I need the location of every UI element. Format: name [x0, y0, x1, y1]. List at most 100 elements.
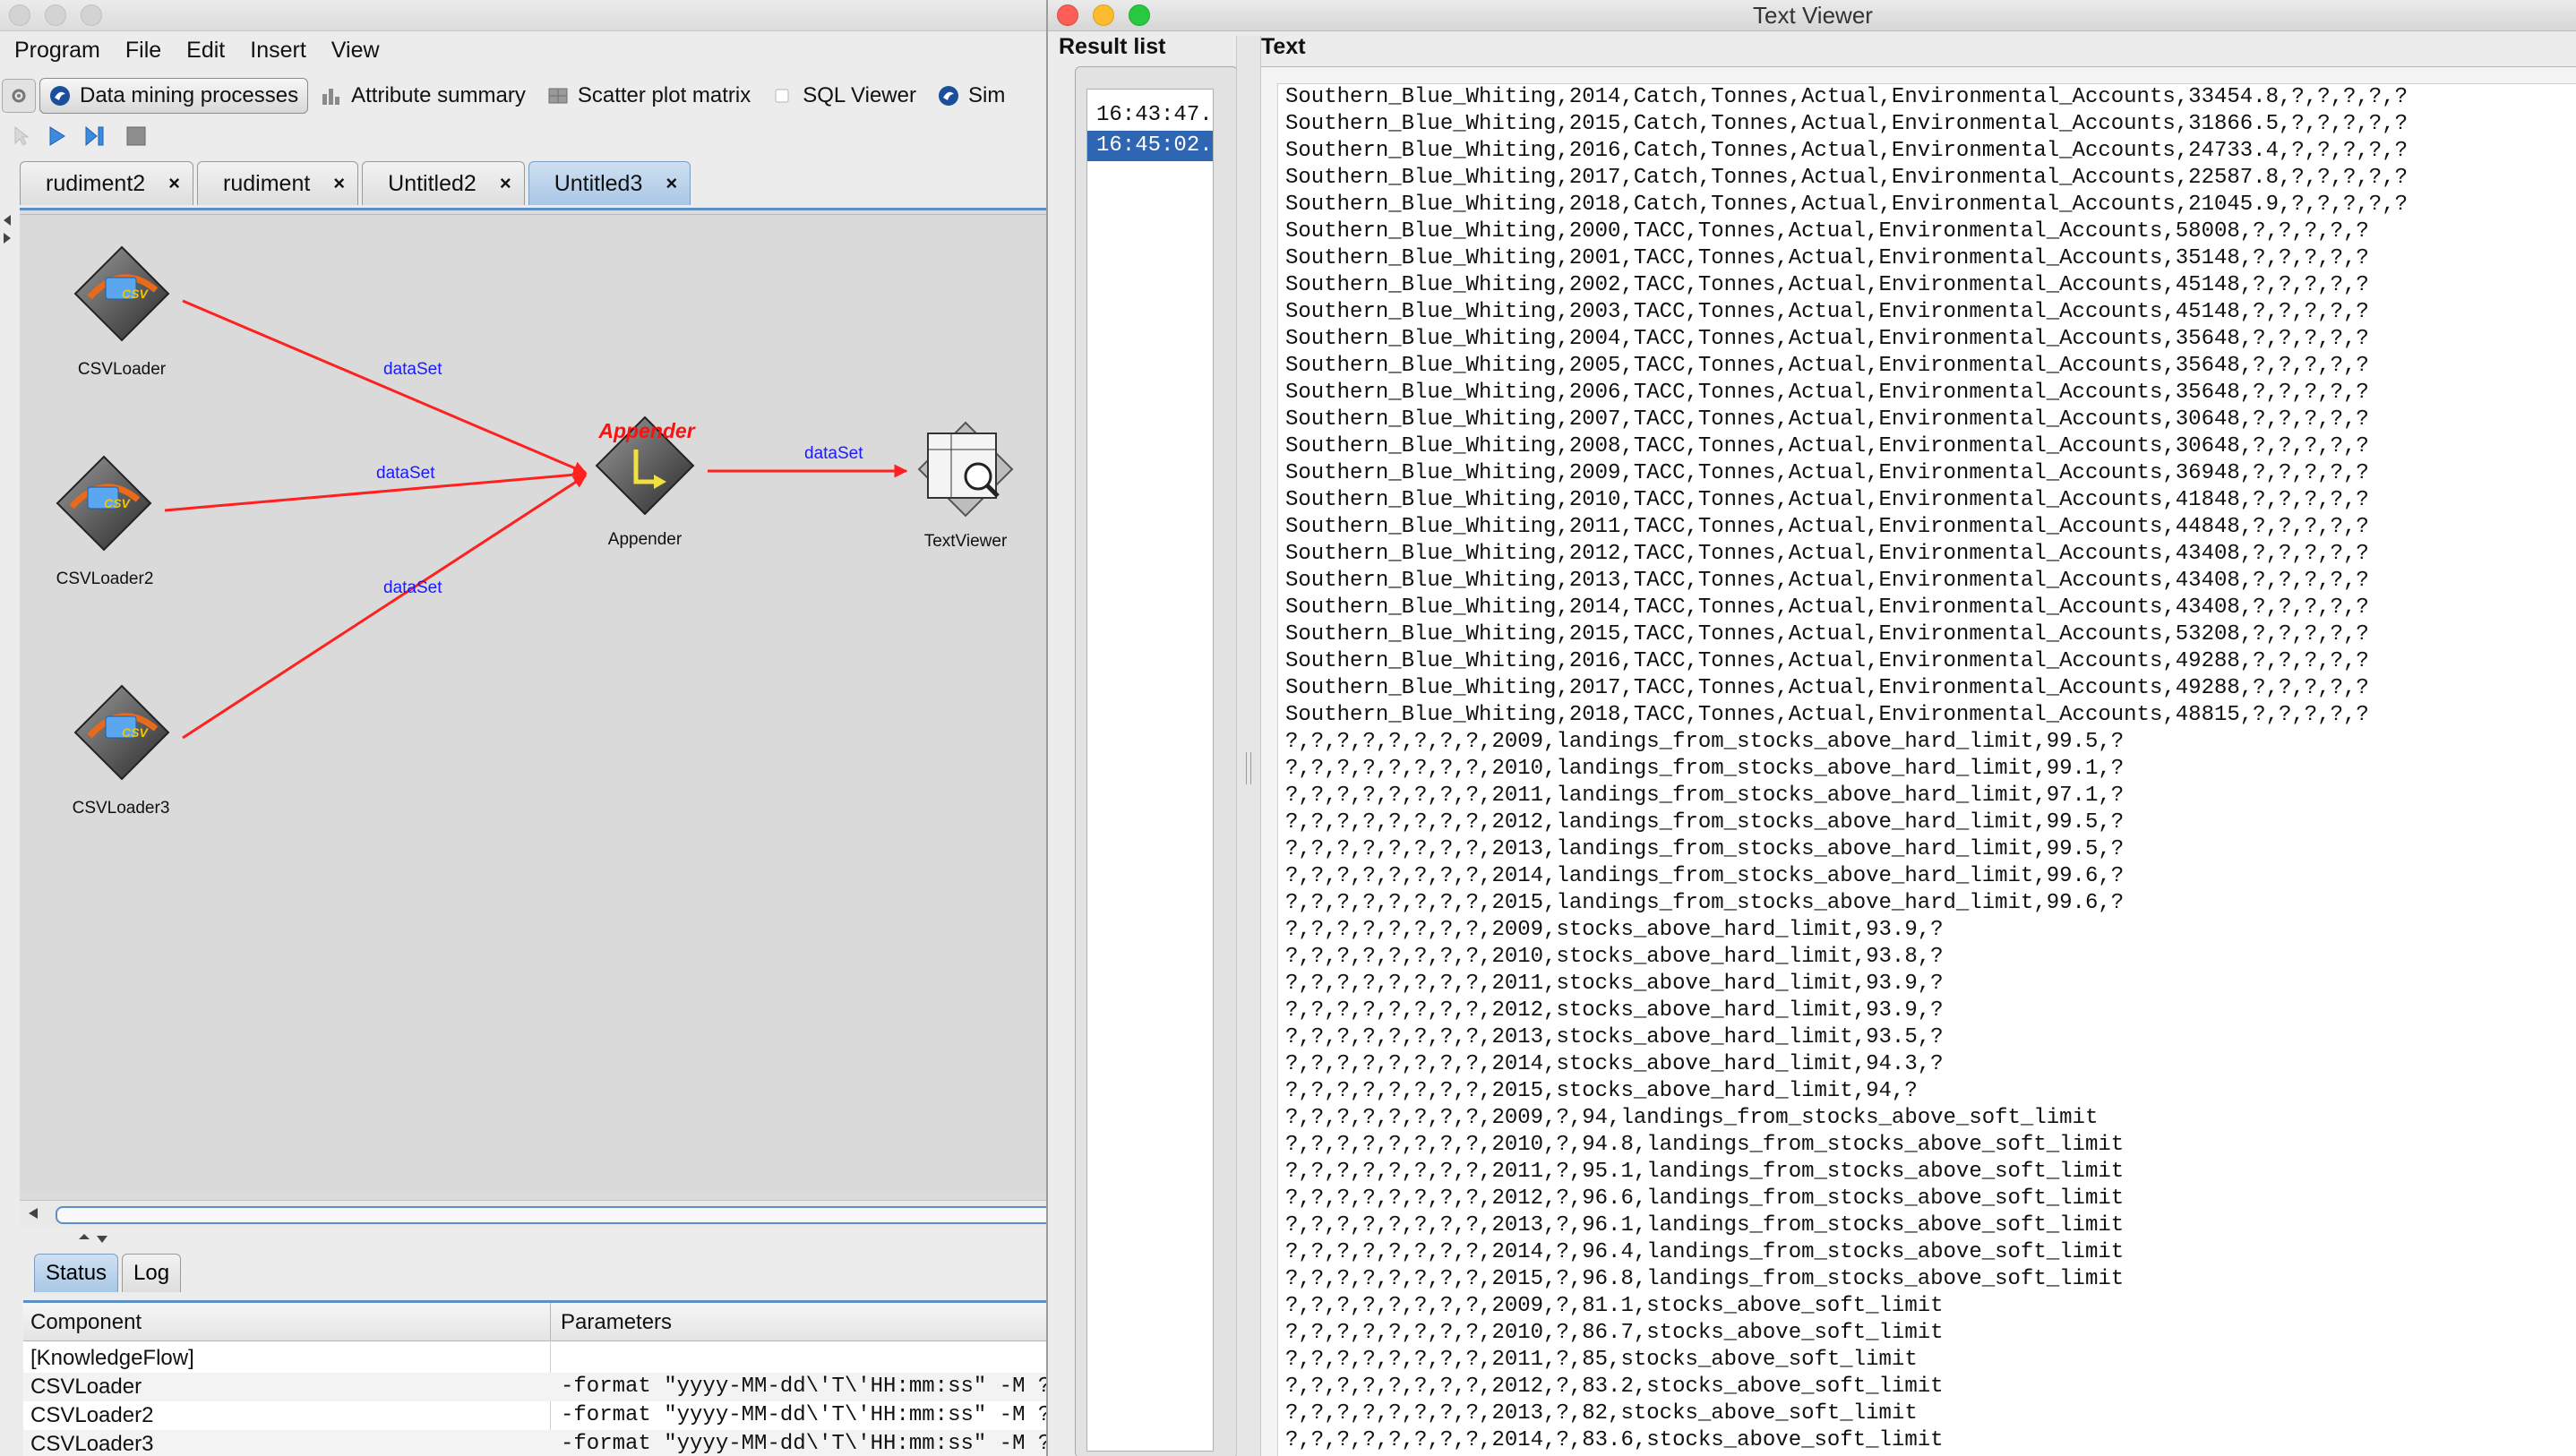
text-line: Southern_Blue_Whiting,2016,Catch,Tonnes,… — [1285, 139, 2409, 163]
play-icon[interactable] — [47, 125, 66, 147]
perspective-tab-label: Scatter plot matrix — [577, 83, 751, 107]
perspective-tab-label: Sim — [967, 83, 1006, 107]
text-line: Southern_Blue_Whiting,2017,TACC,Tonnes,A… — [1285, 676, 2369, 700]
main-titlebar — [0, 0, 1046, 31]
text-line: ?,?,?,?,?,?,?,?,2012,?,83.2,stocks_above… — [1285, 1375, 1944, 1399]
text-line: ?,?,?,?,?,?,?,?,2011,stocks_above_hard_l… — [1285, 972, 1944, 996]
flow-tab-untitled3[interactable]: Untitled3 × — [528, 161, 691, 205]
parameters-cell: -format "yyyy-MM-dd\'T\'HH:mm:ss" -M ? -… — [561, 1432, 1046, 1456]
csv-badge: CSV — [122, 725, 148, 740]
scroll-left-icon[interactable] — [27, 1206, 39, 1220]
text-line: Southern_Blue_Whiting,2005,TACC,Tonnes,A… — [1285, 354, 2369, 378]
perspective-tab-attribute-summary[interactable]: Attribute summary — [312, 79, 535, 113]
flow-tab-rudiment2[interactable]: rudiment2 × — [20, 161, 194, 205]
menu-insert[interactable]: Insert — [236, 38, 317, 64]
text-line: ?,?,?,?,?,?,?,?,2013,?,96.1,landings_fro… — [1285, 1213, 2125, 1238]
text-line: ?,?,?,?,?,?,?,?,2009,?,81.1,stocks_above… — [1285, 1294, 1944, 1318]
scrollbar-thumb[interactable] — [56, 1206, 1046, 1224]
split-arrows-icon[interactable] — [75, 1232, 111, 1246]
text-line: ?,?,?,?,?,?,?,?,2010,?,86.7,stocks_above… — [1285, 1321, 1944, 1345]
close-icon[interactable]: × — [500, 172, 511, 195]
window-zoom-button[interactable] — [81, 4, 102, 26]
stop-icon[interactable] — [125, 125, 147, 147]
textviewer-node[interactable] — [917, 421, 1014, 518]
text-line: Southern_Blue_Whiting,2006,TACC,Tonnes,A… — [1285, 381, 2369, 405]
canvas-horizontal-scrollbar[interactable] — [20, 1200, 1046, 1226]
table-row[interactable]: CSVLoader3 -format "yyyy-MM-dd\'T\'HH:mm… — [23, 1430, 1046, 1456]
text-line: Southern_Blue_Whiting,2015,TACC,Tonnes,A… — [1285, 622, 2369, 647]
column-header-parameters[interactable]: Parameters — [561, 1310, 672, 1335]
bar-chart-icon — [322, 89, 340, 105]
text-panel: Southern_Blue_Whiting,2014,Catch,Tonnes,… — [1261, 66, 2576, 1456]
pane-splitter[interactable] — [1236, 36, 1261, 1456]
result-list-item[interactable]: 16:43:47. — [1087, 100, 1213, 131]
perspective-tab-data-mining[interactable]: Data mining processes — [39, 78, 309, 114]
perspective-settings-button[interactable] — [2, 79, 36, 113]
perspective-tab-sql-viewer[interactable]: SQL Viewer — [763, 79, 925, 113]
result-list-item-selected[interactable]: 16:45:02. — [1087, 131, 1213, 161]
flow-tab-untitled2[interactable]: Untitled2 × — [362, 161, 525, 205]
run-sequential-icon[interactable] — [84, 125, 107, 147]
text-line: ?,?,?,?,?,?,?,?,2012,stocks_above_hard_l… — [1285, 998, 1944, 1023]
menu-view[interactable]: View — [317, 38, 391, 64]
collapse-arrows-icon[interactable] — [2, 211, 13, 247]
status-table-header: Component Parameters — [23, 1303, 1046, 1341]
result-list-panel: 16:43:47. 16:45:02. — [1075, 66, 1238, 1456]
menu-edit[interactable]: Edit — [172, 38, 236, 64]
flow-tab-rudiment[interactable]: rudiment × — [197, 161, 359, 205]
flow-tab-label: Untitled3 — [554, 170, 643, 196]
perspective-tab-simple-cli[interactable]: Sim — [929, 79, 1014, 113]
menubar: Program File Edit Insert View — [0, 32, 1046, 68]
column-divider — [550, 1303, 551, 1340]
edge-csv1-appender[interactable] — [182, 299, 588, 475]
text-line: Southern_Blue_Whiting,2007,TACC,Tonnes,A… — [1285, 407, 2369, 432]
close-icon[interactable]: × — [665, 172, 677, 195]
column-header-component[interactable]: Component — [30, 1310, 142, 1335]
text-line: ?,?,?,?,?,?,?,?,2015,?,96.8,landings_fro… — [1285, 1267, 2125, 1291]
text-line: Southern_Blue_Whiting,2014,TACC,Tonnes,A… — [1285, 595, 2369, 620]
window-close-button[interactable] — [9, 4, 30, 26]
flow-tab-label: Untitled2 — [388, 170, 477, 196]
pointer-icon[interactable] — [13, 125, 30, 147]
text-line: ?,?,?,?,?,?,?,?,2009,stocks_above_hard_l… — [1285, 918, 1944, 942]
tab-log[interactable]: Log — [122, 1254, 182, 1292]
run-toolbar — [0, 120, 179, 152]
close-icon[interactable]: × — [333, 172, 345, 195]
text-line: Southern_Blue_Whiting,2014,Catch,Tonnes,… — [1285, 85, 2409, 109]
result-list[interactable]: 16:43:47. 16:45:02. — [1086, 89, 1214, 1452]
component-cell: CSVLoader — [30, 1375, 142, 1399]
close-icon[interactable]: × — [168, 172, 180, 195]
text-output-area[interactable]: Southern_Blue_Whiting,2014,Catch,Tonnes,… — [1277, 83, 2576, 1456]
text-line: ?,?,?,?,?,?,?,?,2013,landings_from_stock… — [1285, 837, 2125, 861]
text-line: Southern_Blue_Whiting,2015,Catch,Tonnes,… — [1285, 112, 2409, 136]
edge-csv2-appender[interactable] — [164, 467, 588, 512]
edge-label: dataSet — [376, 464, 435, 483]
appender-banner: Appender — [598, 419, 695, 442]
table-row[interactable]: CSVLoader -format "yyyy-MM-dd\'T\'HH:mm:… — [23, 1373, 1046, 1401]
edge-label: dataSet — [383, 360, 442, 379]
table-row[interactable]: CSVLoader2 -format "yyyy-MM-dd\'T\'HH:mm… — [23, 1401, 1046, 1430]
tab-status[interactable]: Status — [34, 1254, 119, 1292]
table-row[interactable]: [KnowledgeFlow] — [23, 1344, 1046, 1373]
text-line: ?,?,?,?,?,?,?,?,2010,stocks_above_hard_l… — [1285, 945, 1944, 969]
perspective-toolbar: Data mining processes Attribute summary … — [0, 75, 1046, 116]
text-line: ?,?,?,?,?,?,?,?,2013,?,82,stocks_above_s… — [1285, 1401, 1918, 1426]
text-line: Southern_Blue_Whiting,2000,TACC,Tonnes,A… — [1285, 219, 2369, 244]
text-line: ?,?,?,?,?,?,?,?,2009,?,94,landings_from_… — [1285, 1106, 2099, 1130]
window-minimize-button[interactable] — [45, 4, 66, 26]
splitter-grip[interactable] — [1246, 752, 1251, 784]
edge-csv3-appender[interactable] — [182, 474, 588, 740]
text-line: ?,?,?,?,?,?,?,?,2011,?,95.1,landings_fro… — [1285, 1160, 2125, 1184]
text-line: ?,?,?,?,?,?,?,?,2010,?,94.8,landings_fro… — [1285, 1133, 2125, 1157]
text-line: Southern_Blue_Whiting,2001,TACC,Tonnes,A… — [1285, 246, 2369, 270]
flow-canvas[interactable]: CSV CSV CSV CSVLoader CSVLoader2 CSVLoad… — [20, 214, 1046, 1193]
perspective-tab-scatter-plot-matrix[interactable]: Scatter plot matrix — [538, 79, 760, 113]
weka-bird-icon — [50, 86, 70, 106]
text-line: ?,?,?,?,?,?,?,?,2011,landings_from_stock… — [1285, 784, 2125, 808]
text-line: ?,?,?,?,?,?,?,?,2014,landings_from_stock… — [1285, 864, 2125, 888]
perspective-tab-label: Attribute summary — [351, 83, 526, 107]
edge-label: dataSet — [804, 444, 863, 463]
menu-file[interactable]: File — [111, 38, 172, 64]
menu-program[interactable]: Program — [0, 38, 111, 64]
csv-badge: CSV — [122, 287, 148, 301]
